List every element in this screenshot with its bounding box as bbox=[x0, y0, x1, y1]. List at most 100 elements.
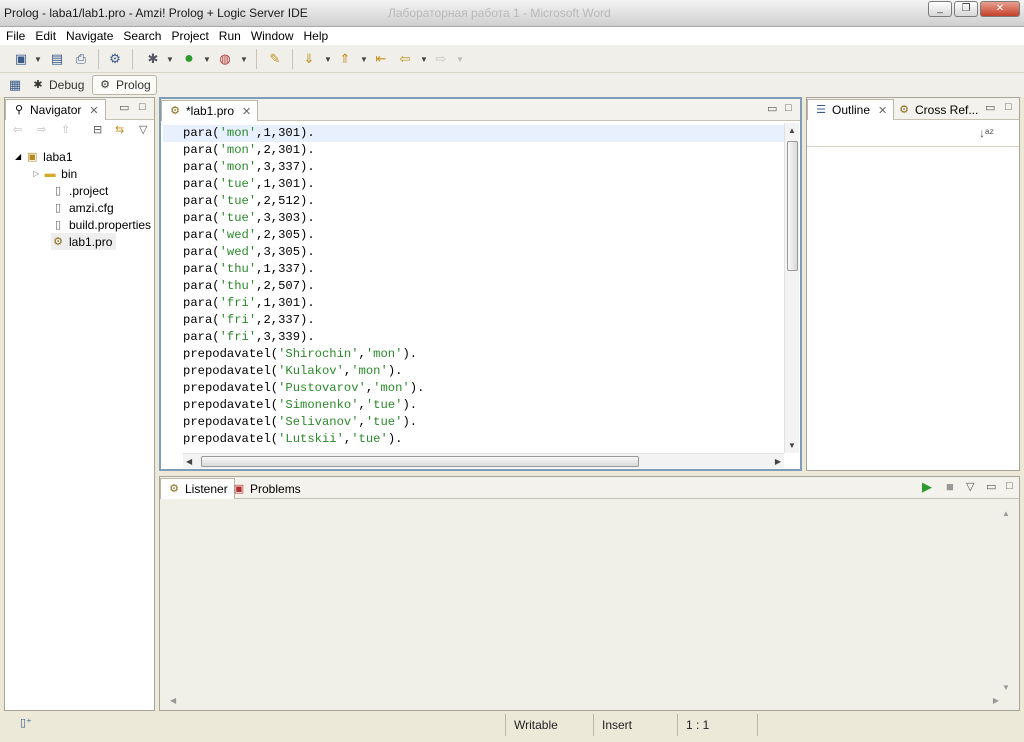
minimize-button[interactable]: _ bbox=[928, 1, 952, 17]
horizontal-scrollbar[interactable]: ◀ ▶ bbox=[183, 453, 784, 468]
menu-window[interactable]: Window bbox=[247, 27, 300, 45]
menu-edit[interactable]: Edit bbox=[31, 27, 62, 45]
menu-run[interactable]: Run bbox=[215, 27, 247, 45]
back-dropdown-icon[interactable]: ▼ bbox=[420, 55, 428, 64]
forward-icon[interactable]: ⇨ bbox=[432, 50, 450, 68]
menu-file[interactable]: File bbox=[2, 27, 31, 45]
previous-annotation-icon[interactable]: ⇑ bbox=[336, 50, 354, 68]
up-icon[interactable]: ⇧ bbox=[61, 123, 70, 136]
tree-item-amzi-cfg[interactable]: ▯ amzi.cfg bbox=[51, 199, 114, 216]
sort-icon[interactable]: ↓ᵃᶻ bbox=[979, 126, 994, 140]
link-with-editor-icon[interactable]: ⇆ bbox=[115, 123, 124, 136]
external-tools-dropdown-icon[interactable]: ▼ bbox=[240, 55, 248, 64]
external-tools-icon[interactable]: ◍ bbox=[216, 50, 234, 68]
close-icon[interactable]: ✕ bbox=[878, 104, 887, 117]
run-dropdown-icon[interactable]: ▼ bbox=[203, 55, 211, 64]
scroll-left-icon[interactable]: ◀ bbox=[170, 696, 176, 705]
build-icon[interactable]: ⚙ bbox=[106, 50, 124, 68]
perspective-debug[interactable]: ✱ Debug bbox=[26, 75, 89, 95]
forward-dropdown-icon[interactable]: ▼ bbox=[456, 55, 464, 64]
scroll-up-icon[interactable]: ▲ bbox=[788, 126, 796, 135]
tab-outline[interactable]: ☰ Outline ✕ bbox=[807, 99, 895, 120]
next-annotation-icon[interactable]: ⇓ bbox=[300, 50, 318, 68]
tree-item-laba1[interactable]: ◢ ▣ laba1 bbox=[15, 148, 73, 165]
view-menu-icon[interactable]: ▽ bbox=[139, 123, 147, 136]
horizontal-scroll-thumb[interactable] bbox=[201, 456, 639, 467]
scroll-down-icon[interactable]: ▼ bbox=[1002, 683, 1010, 692]
scroll-right-icon[interactable]: ▶ bbox=[775, 457, 781, 466]
code-text: para( bbox=[183, 245, 220, 259]
tab-navigator[interactable]: ⚲ Navigator ✕ bbox=[5, 99, 106, 120]
last-edit-icon[interactable]: ⇤ bbox=[372, 50, 390, 68]
bug-icon: ✱ bbox=[33, 79, 43, 91]
collapse-all-icon[interactable]: ⊟ bbox=[93, 123, 102, 136]
back-icon[interactable]: ⇦ bbox=[13, 123, 22, 136]
perspective-prolog[interactable]: ⚙ Prolog bbox=[92, 75, 157, 95]
code-editor[interactable]: para('mon',1,301). para('mon',2,301). para… bbox=[163, 123, 784, 453]
navigator-tab-label: Navigator bbox=[30, 103, 82, 117]
open-perspective-icon[interactable]: ▦ bbox=[6, 76, 24, 94]
stop-listener-icon[interactable]: ■ bbox=[946, 479, 954, 494]
save-icon[interactable]: ▤ bbox=[48, 50, 66, 68]
tab-lab1-pro[interactable]: ⚙ *lab1.pro ✕ bbox=[161, 100, 259, 121]
collapse-arrow-icon[interactable]: ▷ bbox=[33, 169, 39, 178]
code-string: 'mon' bbox=[373, 381, 410, 395]
scroll-left-icon[interactable]: ◀ bbox=[186, 457, 192, 466]
tree-item-project-file[interactable]: ▯ .project bbox=[51, 182, 108, 199]
tree-item-build-properties[interactable]: ▯ build.properties bbox=[51, 216, 151, 233]
next-annotation-dropdown-icon[interactable]: ▼ bbox=[324, 55, 332, 64]
code-line: para('wed',3,305). bbox=[183, 244, 315, 261]
expand-arrow-icon[interactable]: ◢ bbox=[15, 152, 21, 161]
tab-problems[interactable]: ▣ Problems bbox=[226, 478, 307, 499]
vertical-scroll-thumb[interactable] bbox=[787, 141, 798, 271]
debug-icon[interactable]: ✱ bbox=[144, 50, 162, 68]
menu-project[interactable]: Project bbox=[167, 27, 214, 45]
maximize-view-icon[interactable]: □ bbox=[785, 102, 792, 114]
scroll-up-icon[interactable]: ▲ bbox=[1002, 509, 1010, 518]
code-line: para('fri',2,337). bbox=[183, 312, 315, 329]
console-horizontal-scrollbar[interactable]: ◀ ▶ bbox=[170, 694, 999, 706]
run-icon[interactable]: ● bbox=[180, 50, 198, 68]
view-menu-icon[interactable]: ▽ bbox=[966, 480, 974, 493]
back-icon[interactable]: ⇦ bbox=[396, 50, 414, 68]
console-vertical-scrollbar[interactable]: ▲ ▼ bbox=[999, 507, 1013, 694]
scroll-down-icon[interactable]: ▼ bbox=[788, 441, 796, 450]
minimize-view-icon[interactable]: ▭ bbox=[767, 102, 777, 115]
start-listener-icon[interactable]: ▶ bbox=[922, 479, 932, 495]
new-dropdown-icon[interactable]: ▼ bbox=[34, 55, 42, 64]
close-button[interactable]: ✕ bbox=[980, 1, 1020, 17]
tree-item-bin[interactable]: ▷ ▬ bin bbox=[33, 165, 77, 182]
debug-dropdown-icon[interactable]: ▼ bbox=[166, 55, 174, 64]
forward-icon[interactable]: ⇨ bbox=[37, 123, 46, 136]
fast-view-icon[interactable]: ▯⁺ bbox=[20, 716, 32, 729]
tree-item-lab1-pro[interactable]: ⚙ lab1.pro bbox=[51, 233, 117, 250]
new-wizard-icon[interactable]: ▣ bbox=[12, 50, 30, 68]
tab-listener[interactable]: ⚙ Listener bbox=[160, 478, 235, 499]
status-cursor-position: 1 : 1 bbox=[677, 714, 757, 736]
maximize-view-icon[interactable]: □ bbox=[1006, 480, 1013, 492]
code-text: prepodavatel( bbox=[183, 347, 279, 361]
pin-icon[interactable]: ✎ bbox=[266, 50, 284, 68]
code-line: prepodavatel('Simonenko','tue'). bbox=[183, 397, 417, 414]
close-icon[interactable]: ✕ bbox=[242, 105, 251, 118]
minimize-view-icon[interactable]: ▭ bbox=[119, 101, 129, 114]
code-string: 'mon' bbox=[219, 160, 257, 174]
menu-help[interactable]: Help bbox=[300, 27, 335, 45]
menu-navigate[interactable]: Navigate bbox=[62, 27, 119, 45]
print-icon[interactable]: ⎙ bbox=[72, 50, 90, 68]
scroll-right-icon[interactable]: ▶ bbox=[993, 696, 999, 705]
tab-cross-ref[interactable]: ⚙ Cross Ref... bbox=[891, 99, 984, 120]
minimize-view-icon[interactable]: ▭ bbox=[986, 480, 996, 493]
minimize-view-icon[interactable]: ▭ bbox=[985, 101, 995, 114]
listener-console[interactable] bbox=[160, 499, 1019, 710]
menu-search[interactable]: Search bbox=[119, 27, 167, 45]
close-icon[interactable]: ✕ bbox=[89, 104, 98, 117]
file-icon: ▯ bbox=[54, 201, 62, 214]
maximize-view-icon[interactable]: □ bbox=[1005, 101, 1012, 113]
maximize-button[interactable]: ❐ bbox=[954, 1, 978, 17]
code-string: 'tue' bbox=[351, 432, 388, 446]
maximize-view-icon[interactable]: □ bbox=[139, 101, 146, 113]
previous-annotation-dropdown-icon[interactable]: ▼ bbox=[360, 55, 368, 64]
vertical-scrollbar[interactable]: ▲ ▼ bbox=[784, 123, 799, 453]
code-string: 'Shirochin' bbox=[278, 347, 359, 361]
